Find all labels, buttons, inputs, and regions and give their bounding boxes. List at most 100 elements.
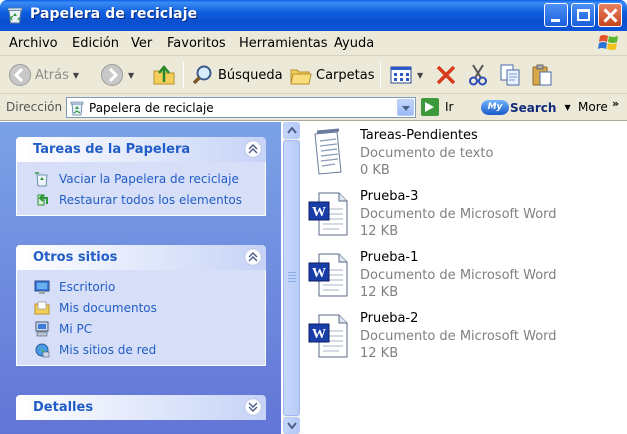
task-label: Mi PC <box>59 321 93 336</box>
menu-ayuda[interactable]: Ayuda <box>334 36 374 51</box>
file-item[interactable]: Tareas-Pendientes Documento de texto 0 K… <box>305 128 605 184</box>
panel-body: Escritorio Mis documentos Mi PC Mis siti… <box>16 270 266 366</box>
file-name: Prueba-3 <box>360 189 419 204</box>
file-size: 12 KB <box>360 224 399 239</box>
my-documents-icon <box>34 301 50 314</box>
panel-body: Vaciar la Papelera de reciclaje Restaura… <box>16 162 266 216</box>
forward-dropdown-icon[interactable]: ▼ <box>128 71 134 80</box>
menu-bar: Archivo Edición Ver Favoritos Herramient… <box>0 31 627 56</box>
menu-archivo[interactable]: Archivo <box>9 36 58 51</box>
task-empty-recycle-bin[interactable]: Vaciar la Papelera de reciclaje <box>17 168 265 189</box>
window-title: Papelera de reciclaje <box>30 6 198 22</box>
restore-icon <box>37 193 48 205</box>
paste-clipboard-icon <box>532 64 552 86</box>
word-document-icon: W <box>308 192 348 236</box>
task-label: Mis documentos <box>59 300 157 315</box>
svg-text:W: W <box>312 327 326 342</box>
place-my-computer[interactable]: Mi PC <box>17 318 265 339</box>
file-name: Tareas-Pendientes <box>360 128 478 143</box>
recycle-bin-icon <box>7 7 23 24</box>
file-type: Documento de texto <box>360 146 494 161</box>
panel-header[interactable]: Otros sitios <box>16 245 266 270</box>
panel-header[interactable]: Detalles <box>16 395 266 420</box>
address-dropdown-button[interactable] <box>397 99 414 116</box>
recycle-bin-icon <box>70 101 84 116</box>
scroll-up-icon <box>287 127 297 134</box>
desktop-icon <box>34 280 50 294</box>
mysearch-dropdown-icon[interactable]: ▼ <box>564 103 570 112</box>
collapse-chevron-icon[interactable] <box>244 140 262 158</box>
folders-button[interactable]: Carpetas <box>289 63 374 87</box>
place-desktop[interactable]: Escritorio <box>17 276 265 297</box>
expand-chevron-icon[interactable] <box>244 398 262 416</box>
maximize-button[interactable] <box>571 3 595 27</box>
go-button[interactable]: Ir <box>421 98 453 116</box>
task-pane: Tareas de la Papelera Vaciar la Papelera… <box>0 122 281 434</box>
address-label: Dirección <box>6 100 63 114</box>
file-size: 12 KB <box>360 285 399 300</box>
address-value: Papelera de reciclaje <box>89 101 214 115</box>
scroll-down-button[interactable] <box>283 417 300 434</box>
file-item[interactable]: W Prueba-2 Documento de Microsoft Word 1… <box>305 311 605 367</box>
file-item[interactable]: W Prueba-1 Documento de Microsoft Word 1… <box>305 250 605 306</box>
minimize-icon <box>551 19 560 22</box>
panel-title: Detalles <box>33 400 94 415</box>
panel-header[interactable]: Tareas de la Papelera <box>16 137 266 162</box>
task-pane-scrollbar[interactable] <box>283 122 300 434</box>
menu-edicion[interactable]: Edición <box>72 36 119 51</box>
menu-herramientas[interactable]: Herramientas <box>239 36 328 51</box>
folders-label: Carpetas <box>316 67 375 83</box>
recycle-tasks-panel: Tareas de la Papelera Vaciar la Papelera… <box>16 137 266 216</box>
panel-title: Tareas de la Papelera <box>33 142 191 157</box>
address-input[interactable]: Papelera de reciclaje <box>66 97 416 118</box>
place-my-documents[interactable]: Mis documentos <box>17 297 265 318</box>
up-folder-button[interactable] <box>152 63 176 87</box>
forward-button[interactable]: ▼ <box>100 63 134 87</box>
file-type: Documento de Microsoft Word <box>360 268 557 283</box>
menu-ver[interactable]: Ver <box>131 36 152 51</box>
file-item[interactable]: W Prueba-3 Documento de Microsoft Word 1… <box>305 189 605 245</box>
file-size: 12 KB <box>360 346 399 361</box>
minimize-button[interactable] <box>544 3 568 27</box>
forward-arrow-icon <box>101 64 123 86</box>
place-network[interactable]: Mis sitios de red <box>17 339 265 360</box>
more-chevron-icon[interactable]: » <box>612 97 619 110</box>
paste-button[interactable] <box>530 63 554 87</box>
collapse-chevron-icon[interactable] <box>244 248 262 266</box>
word-document-icon: W <box>308 253 348 297</box>
back-button[interactable]: Atrás ▼ <box>8 63 79 87</box>
close-button[interactable] <box>598 3 622 27</box>
svg-text:W: W <box>312 205 326 220</box>
go-arrow-icon <box>421 98 439 116</box>
mysearch-button[interactable]: My Search ▼ <box>481 99 571 116</box>
task-restore-all[interactable]: Restaurar todos los elementos <box>17 189 265 210</box>
cut-button[interactable] <box>466 63 490 87</box>
copy-button[interactable] <box>498 63 522 87</box>
other-places-panel: Otros sitios Escritorio Mis documentos M… <box>16 245 266 366</box>
views-button[interactable]: ▼ <box>389 63 423 87</box>
delete-x-icon <box>436 65 456 85</box>
search-button[interactable]: Búsqueda <box>191 63 283 87</box>
scroll-thumb[interactable] <box>283 140 300 416</box>
task-label: Restaurar todos los elementos <box>59 192 243 207</box>
mysearch-label: Search <box>510 100 557 115</box>
scroll-up-button[interactable] <box>283 122 300 139</box>
delete-button[interactable] <box>434 63 458 87</box>
go-label: Ir <box>445 100 454 114</box>
file-type: Documento de Microsoft Word <box>360 329 557 344</box>
back-dropdown-icon[interactable]: ▼ <box>73 71 79 80</box>
details-panel: Detalles <box>16 395 266 420</box>
panel-title: Otros sitios <box>33 250 118 265</box>
text-document-icon <box>314 128 342 175</box>
title-bar[interactable]: Papelera de reciclaje <box>0 0 627 31</box>
my-computer-icon <box>35 321 49 336</box>
folders-icon <box>290 69 312 85</box>
back-arrow-icon <box>9 64 31 86</box>
file-name: Prueba-1 <box>360 250 419 265</box>
menu-favoritos[interactable]: Favoritos <box>167 36 226 51</box>
address-bar: Dirección Papelera de reciclaje Ir My Se… <box>0 94 627 121</box>
up-folder-icon <box>153 65 175 85</box>
views-dropdown-icon[interactable]: ▼ <box>417 71 423 80</box>
file-type: Documento de Microsoft Word <box>360 207 557 222</box>
more-button[interactable]: More <box>578 100 608 114</box>
